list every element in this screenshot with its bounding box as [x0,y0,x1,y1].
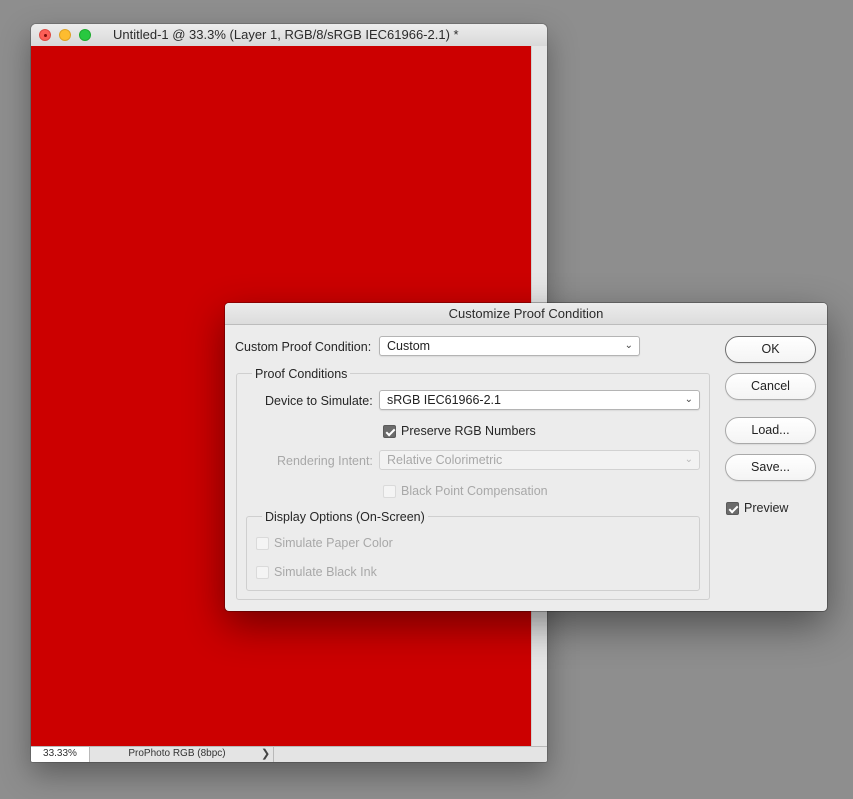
preview-checkbox[interactable] [726,502,739,515]
cancel-button[interactable]: Cancel [725,373,816,400]
load-button[interactable]: Load... [725,417,816,444]
simulate-black-ink-checkbox[interactable] [256,566,269,579]
simulate-black-ink-label[interactable]: Simulate Black Ink [274,565,377,579]
chevron-down-icon: ⌄ [684,394,693,405]
rendering-intent-label: Rendering Intent: [277,454,373,468]
preview-label[interactable]: Preview [744,501,788,515]
rendering-intent-value: Relative Colorimetric [387,453,503,467]
device-to-simulate-value: sRGB IEC61966-2.1 [387,393,501,407]
simulate-paper-checkbox[interactable] [256,537,269,550]
document-info[interactable]: ProPhoto RGB (8bpc) [91,747,274,762]
document-titlebar[interactable]: Untitled-1 @ 33.3% (Layer 1, RGB/8/sRGB … [31,24,547,47]
save-button[interactable]: Save... [725,454,816,481]
dialog-title: Customize Proof Condition [225,303,827,325]
status-bar: 33.33% ProPhoto RGB (8bpc) ❯ [31,746,547,762]
zoom-level-field[interactable]: 33.33% [31,747,90,762]
custom-proof-condition-select[interactable]: Custom ⌄ [379,336,640,356]
display-options-title: Display Options (On-Screen) [262,510,428,524]
display-options-group [246,516,700,591]
minimize-window-button[interactable] [59,29,71,41]
status-menu-arrow-icon[interactable]: ❯ [261,747,270,761]
custom-proof-condition-value: Custom [387,339,431,353]
ok-button[interactable]: OK [725,336,816,363]
chevron-down-icon: ⌄ [684,454,693,465]
custom-proof-condition-label: Custom Proof Condition: [235,340,372,354]
chevron-down-icon: ⌄ [624,340,633,351]
simulate-paper-label[interactable]: Simulate Paper Color [274,536,393,550]
preserve-rgb-label[interactable]: Preserve RGB Numbers [401,424,536,438]
device-to-simulate-label: Device to Simulate: [265,394,373,408]
document-title: Untitled-1 @ 33.3% (Layer 1, RGB/8/sRGB … [113,27,459,42]
device-to-simulate-select[interactable]: sRGB IEC61966-2.1 ⌄ [379,390,700,410]
zoom-window-button[interactable] [79,29,91,41]
proof-conditions-title: Proof Conditions [252,367,351,381]
customize-proof-condition-dialog: Customize Proof Condition Custom Proof C… [225,303,827,611]
black-point-label[interactable]: Black Point Compensation [401,484,548,498]
black-point-checkbox[interactable] [383,485,396,498]
close-window-button[interactable] [39,29,51,41]
rendering-intent-select[interactable]: Relative Colorimetric ⌄ [379,450,700,470]
preserve-rgb-checkbox[interactable] [383,425,396,438]
